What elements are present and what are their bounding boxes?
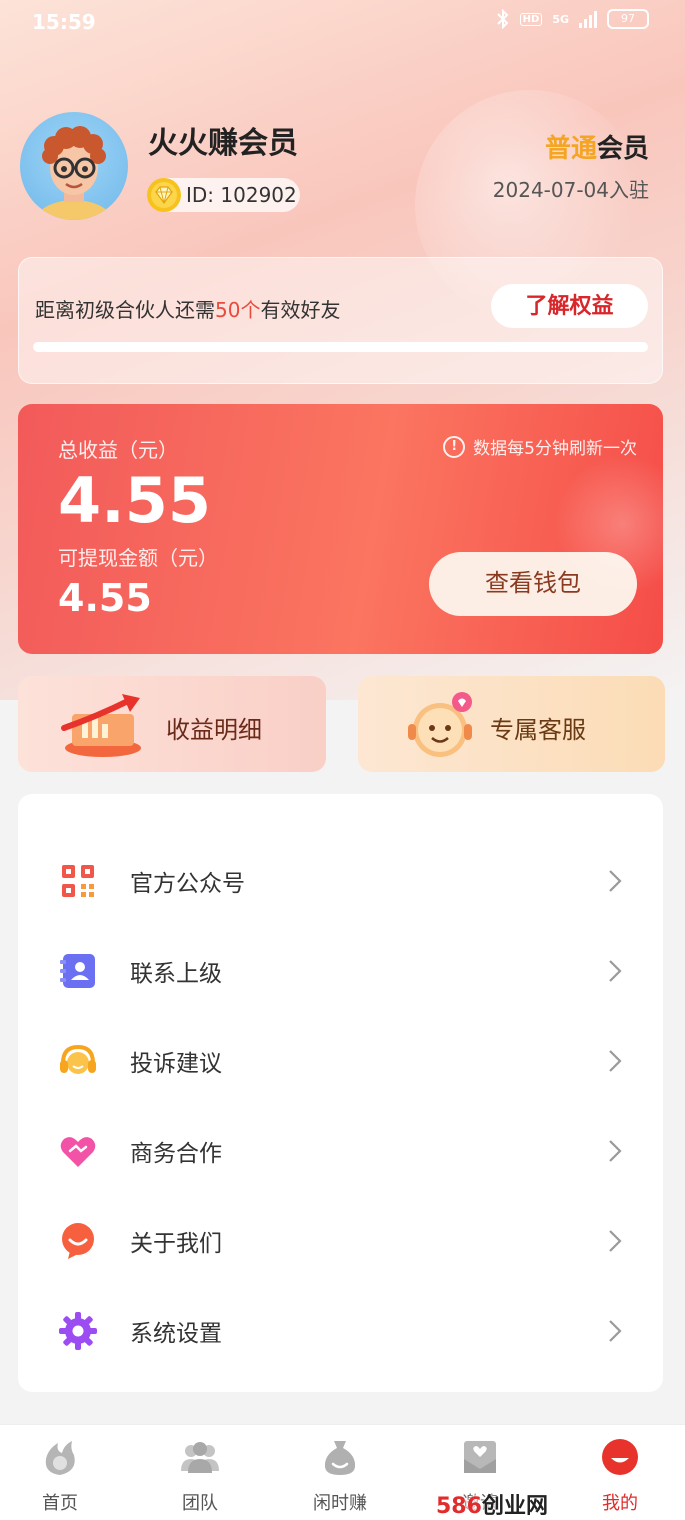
progress-text: 距离初级合伙人还需50个有效好友	[35, 294, 340, 323]
nav-team[interactable]: 团队	[140, 1425, 260, 1520]
member-level: 普通会员	[545, 128, 649, 165]
hd-icon: HD	[519, 12, 543, 26]
diamond-icon	[144, 175, 184, 215]
view-wallet-button[interactable]: 查看钱包	[429, 552, 637, 616]
refresh-note: ! 数据每5分钟刷新一次	[443, 434, 637, 459]
profile-icon	[600, 1437, 640, 1477]
nav-label: 团队	[182, 1493, 218, 1514]
refresh-note-text: 数据每5分钟刷新一次	[473, 439, 637, 459]
status-time: 15:59	[32, 10, 96, 34]
menu-item-business-cooperation[interactable]: 商务合作	[18, 1106, 663, 1196]
flame-icon	[40, 1437, 80, 1477]
network-label: 5G	[552, 12, 569, 26]
user-id-badge: ID: 102902	[147, 178, 300, 212]
menu-item-label: 投诉建议	[130, 1051, 222, 1077]
menu-item-label: 系统设置	[130, 1321, 222, 1347]
withdrawable-value: 4.55	[58, 576, 152, 620]
user-name: 火火赚会员	[148, 126, 298, 161]
menu-item-about-us[interactable]: 关于我们	[18, 1196, 663, 1286]
info-icon: !	[443, 435, 466, 458]
user-id: ID: 102902	[186, 183, 297, 207]
progress-count: 50个	[215, 298, 261, 322]
earnings-card: 总收益（元） 4.55 可提现金额（元） 4.55 ! 数据每5分钟刷新一次 查…	[18, 404, 663, 654]
chart-trend-icon	[58, 688, 148, 760]
chevron-right-icon	[607, 1228, 623, 1254]
avatar[interactable]	[20, 112, 128, 220]
status-bar: 15:59 HD 5G 97	[0, 0, 685, 44]
nav-spare-time-earn[interactable]: 闲时赚	[280, 1425, 400, 1520]
chevron-right-icon	[607, 1138, 623, 1164]
chat-bubble-icon	[58, 1221, 98, 1261]
service-bot-icon	[404, 690, 480, 760]
headset-icon	[58, 1041, 98, 1081]
member-level-suffix: 会员	[596, 134, 649, 164]
chevron-right-icon	[607, 868, 623, 894]
gear-icon	[58, 1311, 98, 1351]
progress-text-prefix: 距离初级合伙人还需	[35, 298, 215, 322]
progress-text-suffix: 有效好友	[260, 298, 341, 322]
qr-code-icon	[58, 861, 98, 901]
nav-home[interactable]: 首页	[0, 1425, 120, 1520]
team-icon	[180, 1437, 220, 1477]
earnings-detail-button[interactable]: 收益明细	[18, 676, 326, 772]
menu-item-label: 联系上级	[130, 961, 222, 987]
menu-item-label: 商务合作	[130, 1141, 222, 1167]
nav-label: 闲时赚	[313, 1493, 367, 1514]
watermark-number: 586	[436, 1494, 482, 1519]
menu-item-contact-superior[interactable]: 联系上级	[18, 926, 663, 1016]
battery-icon: 97	[607, 9, 649, 29]
total-earnings-label: 总收益（元）	[58, 438, 178, 462]
withdrawable-label: 可提现金额（元）	[58, 546, 218, 570]
chevron-right-icon	[607, 958, 623, 984]
member-level-highlight: 普通	[544, 134, 597, 164]
contact-icon	[58, 951, 98, 991]
menu-item-official-account[interactable]: 官方公众号	[18, 836, 663, 926]
progress-bar	[33, 342, 648, 352]
menu-item-label: 关于我们	[130, 1231, 222, 1257]
signal-icon	[579, 10, 597, 28]
invite-envelope-icon	[460, 1437, 500, 1477]
partner-progress-card: 距离初级合伙人还需50个有效好友 了解权益	[18, 257, 663, 384]
settings-menu: 官方公众号 联系上级 投诉建议 商务合作 关于我们 系统设置	[18, 794, 663, 1392]
menu-item-complaints[interactable]: 投诉建议	[18, 1016, 663, 1106]
customer-service-button[interactable]: 专属客服	[358, 676, 665, 772]
menu-item-label: 官方公众号	[130, 871, 245, 897]
join-date: 2024-07-04入驻	[492, 178, 649, 202]
chevron-right-icon	[607, 1048, 623, 1074]
earnings-detail-label: 收益明细	[166, 716, 262, 744]
customer-service-label: 专属客服	[490, 716, 586, 744]
watermark: 586创业网 www.h586.com	[436, 1488, 685, 1520]
money-bag-icon	[320, 1437, 360, 1477]
chevron-right-icon	[607, 1318, 623, 1344]
nav-label: 首页	[42, 1493, 78, 1514]
total-earnings-value: 4.55	[58, 464, 211, 537]
heart-handshake-icon	[58, 1131, 98, 1171]
bluetooth-icon	[496, 9, 510, 29]
menu-item-system-settings[interactable]: 系统设置	[18, 1286, 663, 1376]
status-icons: HD 5G 97	[496, 9, 649, 29]
learn-benefits-button[interactable]: 了解权益	[491, 284, 648, 328]
